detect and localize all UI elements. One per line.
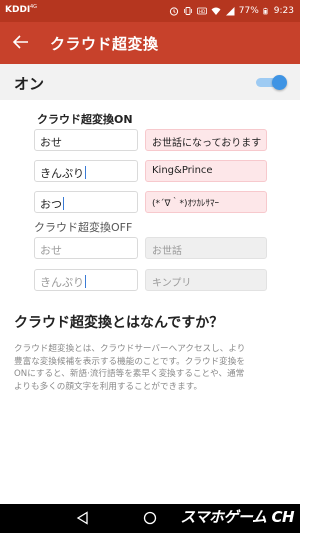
description-line: 豊富な変換候補を表示する機能のことです。クラウド変換を: [14, 356, 245, 367]
example-output-on-3: (*´∇｀*)ｵﾂｶﾚｻﾏｰ: [145, 191, 267, 213]
example-output-off-1: お世話: [145, 237, 267, 259]
on-section-title: クラウド超変換ON: [37, 113, 133, 126]
nav-back-icon[interactable]: [76, 511, 90, 525]
example-output-text: (*´∇｀*)ｵﾂｶﾚｻﾏｰ: [152, 199, 220, 209]
example-input-text: おせ: [40, 244, 62, 257]
text-caret: [85, 166, 86, 179]
watermark-text: スマホゲーム: [180, 508, 267, 526]
example-output-text: お世話になっております: [152, 138, 262, 149]
battery-icon: [263, 7, 268, 15]
example-input-on-2: きんぷり: [34, 160, 138, 182]
description-line: クラウド超変換とは、クラウドサーバーへアクセスし、より: [14, 344, 246, 354]
app-bar: クラウド超変換: [0, 22, 300, 64]
hd-icon: HD: [196, 7, 207, 15]
text-caret: [85, 275, 86, 288]
example-output-on-1: お世話になっております: [145, 129, 267, 151]
arrow-left-icon: [12, 35, 28, 49]
example-output-text: キンプリ: [152, 278, 192, 289]
off-section-title: クラウド超変換OFF: [34, 221, 133, 234]
vibrate-icon: [183, 7, 192, 15]
network-type-label: 4G: [30, 4, 38, 10]
alarm-icon: [169, 7, 178, 16]
text-caret: [63, 197, 64, 210]
example-output-on-2: King&Prince: [145, 160, 267, 182]
signal-icon: [225, 7, 235, 16]
example-input-on-3: おつ: [34, 191, 138, 213]
example-input-text: きんぷり: [40, 276, 84, 289]
example-input-text: きんぷり: [40, 167, 84, 180]
nav-home-icon[interactable]: [143, 511, 157, 525]
status-icons: HD 77% 9:23: [169, 4, 294, 18]
status-bar: KDDI 4G HD 77% 9:23: [0, 0, 300, 22]
example-input-off-2: きんぷり: [34, 269, 138, 291]
example-output-text: お世話: [152, 246, 182, 257]
clock-time: 9:23: [273, 6, 294, 16]
back-button[interactable]: [10, 30, 32, 54]
description-line: よりも多くの顔文字を利用することができます。: [14, 381, 203, 392]
faq-description: クラウド超変換とは、クラウドサーバーへアクセスし、より 豊富な変換候補を表示する…: [14, 343, 290, 393]
svg-text:HD: HD: [199, 9, 205, 14]
example-input-text: おつ: [40, 198, 62, 211]
example-input-off-1: おせ: [34, 237, 138, 259]
page-title: クラウド超変換: [50, 35, 159, 53]
navigation-bar: スマホゲーム CH: [0, 504, 300, 533]
switch-thumb: [272, 75, 287, 90]
wifi-icon: [211, 7, 221, 15]
carrier-label: KDDI: [5, 5, 31, 15]
example-output-off-2: キンプリ: [145, 269, 267, 291]
toggle-label: オン: [14, 75, 45, 93]
example-output-text: King&Prince: [152, 165, 213, 176]
watermark-logo: スマホゲーム CH: [180, 506, 294, 530]
watermark-suffix: CH: [271, 508, 294, 526]
description-line: ONにすると、新語·流行語等を素早く変換することや、通常: [14, 369, 245, 379]
battery-percent: 77%: [238, 6, 259, 16]
example-input-text: おせ: [40, 136, 62, 149]
cloud-conversion-toggle-row[interactable]: オン: [0, 64, 300, 100]
cloud-conversion-switch[interactable]: [256, 75, 287, 90]
faq-question: クラウド超変換とはなんですか？: [14, 315, 224, 331]
example-input-on-1: おせ: [34, 129, 138, 151]
